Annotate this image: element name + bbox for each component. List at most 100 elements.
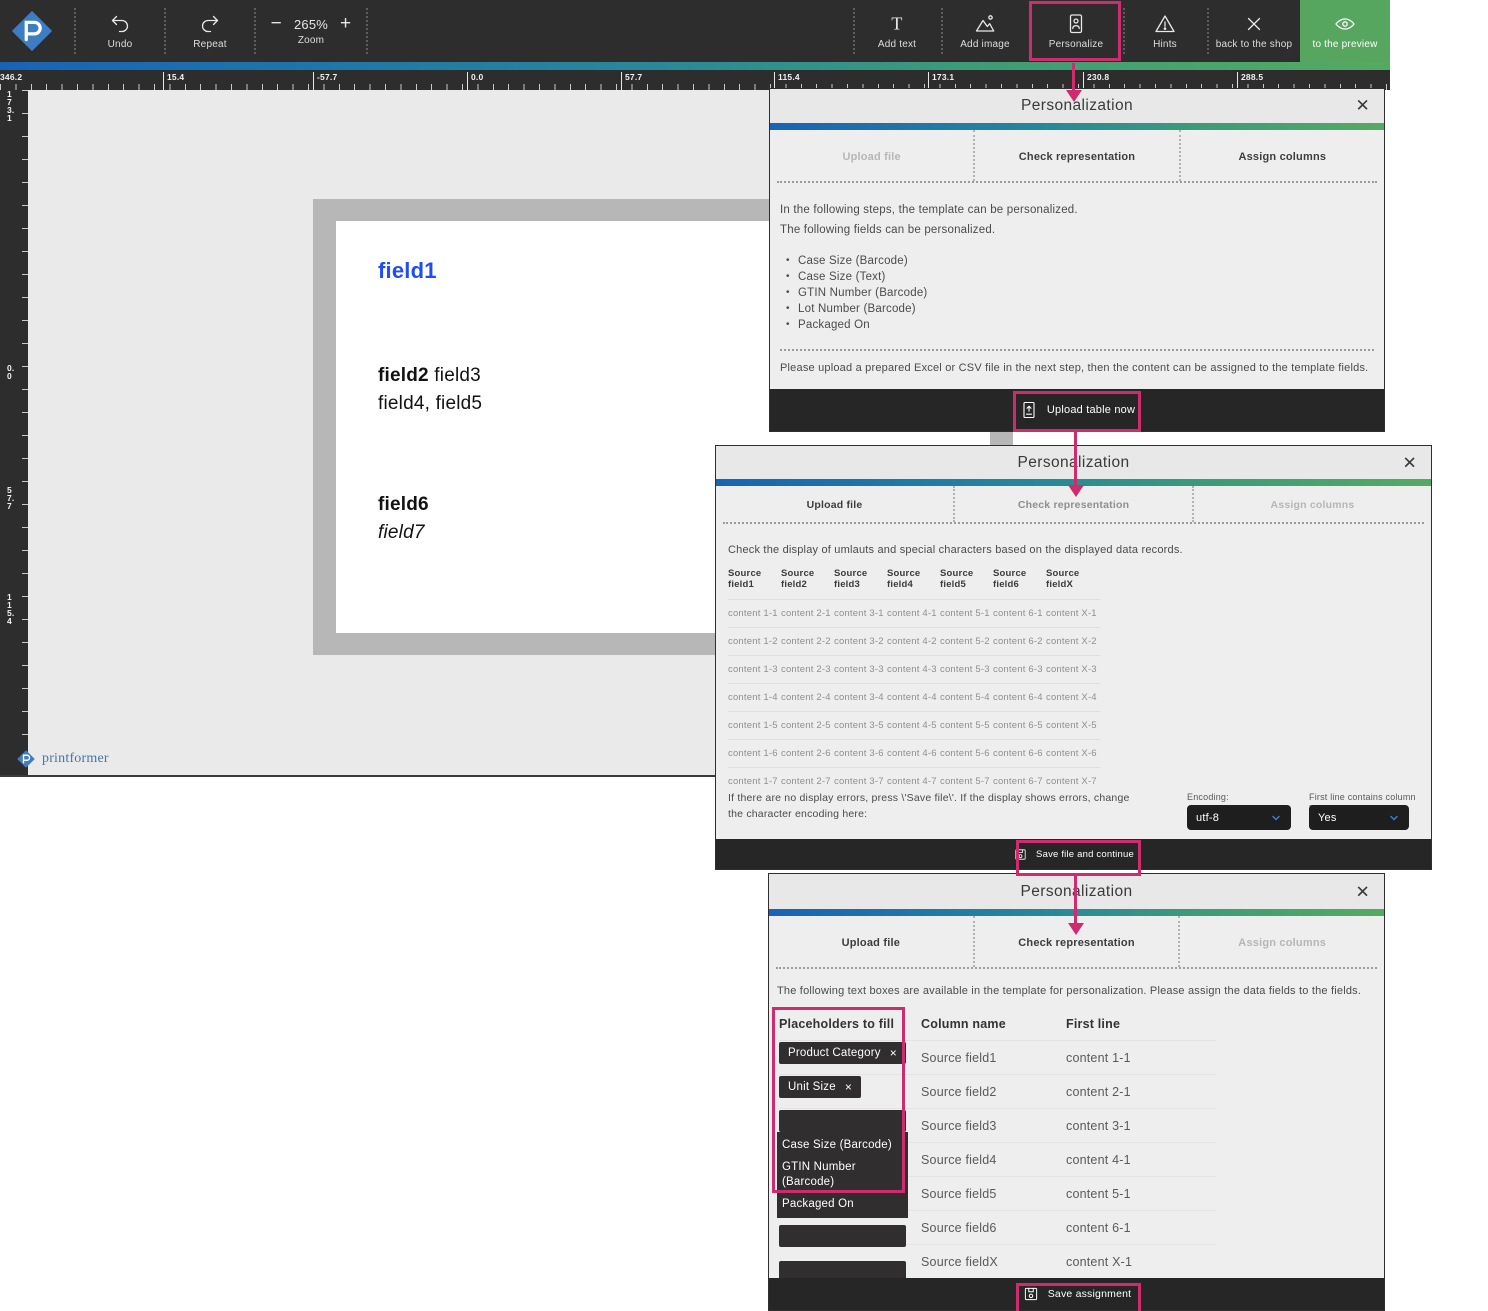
personalize-button[interactable]: Personalize bbox=[1031, 0, 1121, 62]
save-assignment-label: Save assignment bbox=[1048, 1288, 1132, 1300]
tab-check-representation[interactable]: Check representation bbox=[973, 130, 1178, 181]
dialog-body: In the following steps, the template can… bbox=[770, 183, 1384, 374]
undo-button[interactable]: Undo bbox=[82, 0, 158, 62]
template-field1[interactable]: field1 bbox=[378, 258, 437, 284]
to-preview-button[interactable]: to the preview bbox=[1300, 0, 1390, 62]
zoom-out-button[interactable]: − bbox=[271, 17, 282, 31]
col-first-line-header: First line bbox=[1066, 1017, 1216, 1031]
add-image-label: Add image bbox=[960, 39, 1010, 50]
dialog-steps: Upload file Check representation Assign … bbox=[769, 916, 1384, 967]
template-field3[interactable]: field3 bbox=[429, 365, 481, 386]
upload-table-now-button[interactable]: Upload table now bbox=[1019, 400, 1135, 420]
tab-assign-columns[interactable]: Assign columns bbox=[1178, 916, 1384, 967]
tab-upload-file[interactable]: Upload file bbox=[716, 486, 953, 522]
printformer-logo-icon bbox=[16, 749, 36, 769]
toolbar-separator bbox=[74, 8, 76, 54]
table-cell: content 4-1 bbox=[887, 600, 940, 627]
zoom-in-button[interactable]: + bbox=[340, 17, 351, 31]
back-to-shop-button[interactable]: back to the shop bbox=[1209, 0, 1299, 62]
tab-upload-file[interactable]: Upload file bbox=[770, 130, 973, 181]
table-cell: content 2-2 bbox=[781, 628, 834, 655]
save-file-continue-button[interactable]: Save file and continue bbox=[1013, 847, 1134, 862]
dialog-title: Personalization bbox=[1021, 97, 1133, 114]
dropdown-option[interactable]: Packaged On bbox=[777, 1193, 908, 1215]
column-name-cell: Source field4 bbox=[921, 1153, 1066, 1167]
save-floppy-icon bbox=[1013, 847, 1028, 862]
close-icon[interactable]: ✕ bbox=[1356, 874, 1370, 909]
placeholder-input[interactable] bbox=[779, 1110, 906, 1132]
upload-note: Please upload a prepared Excel or CSV fi… bbox=[780, 362, 1374, 374]
table-row: content 1-6 content 2-6 content 3-6 cont… bbox=[728, 739, 1100, 767]
template-field7[interactable]: field7 bbox=[378, 522, 425, 544]
encoding-note-line1: If there are no display errors, press \'… bbox=[728, 791, 1188, 807]
toolbar-separator bbox=[164, 8, 166, 54]
personalize-card-icon bbox=[1064, 12, 1088, 36]
column-name-cell: Source field3 bbox=[921, 1119, 1066, 1133]
dialog-gradient-bar bbox=[770, 123, 1384, 130]
table-header-cell: Source field2 bbox=[781, 564, 834, 599]
column-name-cell: Source field1 bbox=[921, 1051, 1066, 1065]
table-row: content 1-4 content 2-4 content 3-4 cont… bbox=[728, 683, 1100, 711]
personalizable-fields-list: Case Size (Barcode)Case Size (Text)GTIN … bbox=[784, 254, 1374, 333]
printformer-logo-icon[interactable] bbox=[9, 8, 55, 54]
hints-button[interactable]: Hints bbox=[1125, 0, 1205, 62]
svg-text:T: T bbox=[891, 14, 902, 34]
close-icon[interactable]: ✕ bbox=[1403, 446, 1417, 479]
table-cell: content 3-4 bbox=[834, 684, 887, 711]
table-cell: content 6-4 bbox=[993, 684, 1046, 711]
table-cell: content 6-6 bbox=[993, 740, 1046, 767]
table-cell: content 4-2 bbox=[887, 628, 940, 655]
first-line-cell: content 1-1 bbox=[1066, 1051, 1216, 1065]
first-line-cell: content 3-1 bbox=[1066, 1119, 1216, 1133]
dropdown-option[interactable]: Case Size (Barcode) bbox=[777, 1134, 908, 1156]
progress-gradient-bar bbox=[0, 62, 1390, 70]
dialog-titlebar: Personalization ✕ bbox=[716, 446, 1431, 479]
ruler-label: 230.8 bbox=[1087, 72, 1109, 82]
tab-upload-file[interactable]: Upload file bbox=[769, 916, 973, 967]
remove-chip-icon[interactable]: × bbox=[890, 1046, 897, 1060]
placeholder-chip[interactable]: Product Category × bbox=[779, 1042, 906, 1064]
table-row: content 1-3 content 2-3 content 3-3 cont… bbox=[728, 655, 1100, 683]
column-name-cell: Source field2 bbox=[921, 1085, 1066, 1099]
first-line-cell: content 6-1 bbox=[1066, 1221, 1216, 1235]
tab-assign-columns[interactable]: Assign columns bbox=[1192, 486, 1431, 522]
table-cell: content 5-6 bbox=[940, 740, 993, 767]
chip-label: Unit Size bbox=[788, 1081, 836, 1093]
table-row: content 1-5 content 2-5 content 3-5 cont… bbox=[728, 711, 1100, 739]
first-line-select[interactable]: Yes bbox=[1309, 805, 1409, 830]
placeholder-input[interactable] bbox=[779, 1225, 906, 1247]
template-field4-5[interactable]: field4, field5 bbox=[378, 393, 482, 415]
dropdown-option[interactable]: GTIN Number (Barcode) bbox=[777, 1156, 908, 1193]
tab-check-representation[interactable]: Check representation bbox=[973, 916, 1179, 967]
add-image-button[interactable]: Add image bbox=[943, 0, 1027, 62]
table-cell: content 5-4 bbox=[940, 684, 993, 711]
remove-chip-icon[interactable]: × bbox=[845, 1080, 852, 1094]
save-assignment-button[interactable]: Save assignment bbox=[1022, 1285, 1132, 1303]
template-field2[interactable]: field2 bbox=[378, 365, 429, 386]
table-cell: content 4-3 bbox=[887, 656, 940, 683]
table-header-cell: Source field6 bbox=[993, 564, 1046, 599]
personalize-label: Personalize bbox=[1049, 39, 1103, 50]
encoding-select[interactable]: utf-8 bbox=[1187, 805, 1291, 830]
table-cell: content 3-2 bbox=[834, 628, 887, 655]
ruler-horizontal: 15.4-57.70.057.7115.4173.1230.8288.5346.… bbox=[0, 70, 1390, 90]
table-cell: content 6-2 bbox=[993, 628, 1046, 655]
ruler-label: 57.7 bbox=[625, 72, 642, 82]
col-column-name-header: Column name bbox=[921, 1017, 1066, 1031]
table-cell: content X-3 bbox=[1046, 656, 1099, 683]
placeholder-chip[interactable]: Unit Size × bbox=[779, 1076, 861, 1098]
tab-check-representation[interactable]: Check representation bbox=[953, 486, 1192, 522]
col-placeholders-header: Placeholders to fill bbox=[779, 1017, 921, 1031]
placeholder-dropdown: Case Size (Barcode)GTIN Number (Barcode)… bbox=[777, 1132, 908, 1218]
template-field2-3[interactable]: field2 field3 bbox=[378, 365, 481, 387]
add-text-button[interactable]: T Add text bbox=[855, 0, 939, 62]
table-cell: content 4-6 bbox=[887, 740, 940, 767]
tab-assign-columns[interactable]: Assign columns bbox=[1179, 130, 1384, 181]
repeat-button[interactable]: Repeat bbox=[172, 0, 248, 62]
first-line-value: Yes bbox=[1318, 812, 1337, 824]
close-icon[interactable]: ✕ bbox=[1356, 89, 1370, 123]
table-cell: content 4-5 bbox=[887, 712, 940, 739]
table-cell: content X-5 bbox=[1046, 712, 1099, 739]
table-header-cell: Source fieldX bbox=[1046, 564, 1099, 599]
template-field6[interactable]: field6 bbox=[378, 494, 429, 516]
